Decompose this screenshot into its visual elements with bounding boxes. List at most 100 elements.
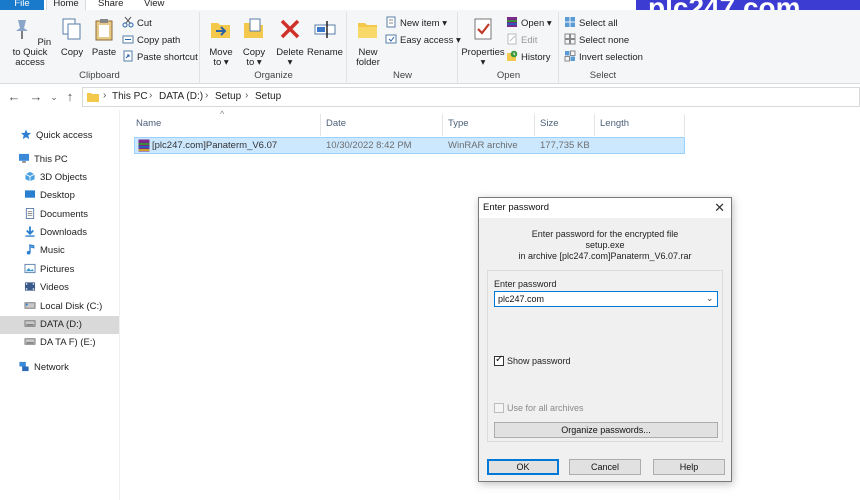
pin-quick-access-button[interactable]: Pin to Quick access: [4, 16, 56, 68]
paste-button[interactable]: Paste: [89, 16, 119, 58]
nav-item-quick-access[interactable]: Quick access: [0, 127, 119, 145]
tab-file[interactable]: File: [0, 0, 44, 10]
column-header-date[interactable]: Date: [326, 118, 346, 129]
rename-button[interactable]: Rename: [307, 16, 343, 58]
nav-item-this-pc[interactable]: This PC: [0, 151, 119, 169]
chevron-down-icon[interactable]: ⌄: [706, 293, 714, 304]
column-divider[interactable]: [534, 114, 535, 136]
history-button[interactable]: History: [506, 50, 551, 66]
organize-passwords-button[interactable]: Organize passwords...: [494, 422, 718, 438]
copy-path-button[interactable]: Copy path: [122, 33, 180, 49]
clipboard-group-label: Clipboard: [79, 70, 120, 81]
column-header-size[interactable]: Size: [540, 118, 558, 129]
copy-icon: [62, 18, 81, 40]
organize-group-label: Organize: [254, 70, 293, 81]
dialog-message-line1: Enter password for the encrypted file: [531, 229, 679, 239]
new-folder-button[interactable]: New folder: [352, 16, 384, 68]
clipboard-icon: [95, 19, 113, 41]
paste-shortcut-button[interactable]: Paste shortcut: [122, 50, 198, 66]
back-arrow-icon[interactable]: ←: [6, 89, 22, 105]
easy-access-button[interactable]: Easy access ▾: [385, 33, 461, 49]
rename-icon: [314, 21, 336, 38]
copy-button[interactable]: Copy: [58, 16, 86, 58]
select-none-icon: [564, 33, 576, 45]
column-divider[interactable]: [594, 114, 595, 136]
breadcrumb-chevron-icon: ›: [205, 90, 209, 101]
breadcrumb-setup[interactable]: Setup: [215, 91, 241, 102]
new-item-button[interactable]: New item ▾: [385, 16, 447, 32]
nav-item-network[interactable]: Network: [0, 359, 119, 377]
column-divider[interactable]: [442, 114, 443, 136]
properties-button[interactable]: Properties ▾: [461, 16, 505, 68]
tab-view[interactable]: View: [138, 0, 170, 10]
breadcrumb-this-pc[interactable]: This PC: [112, 91, 148, 102]
drive-icon: [24, 320, 36, 327]
nav-item-downloads[interactable]: Downloads: [0, 224, 119, 242]
nav-item-3d-objects[interactable]: 3D Objects: [0, 169, 119, 187]
use-for-all-archives-label: Use for all archives: [507, 403, 584, 413]
select-none-button[interactable]: Select none: [564, 33, 629, 49]
file-name: [plc247.com]Panaterm_V6.07: [152, 140, 278, 151]
star-icon: [20, 129, 32, 140]
edit-button[interactable]: Edit: [506, 33, 537, 49]
organize-group: Move to ▾ Copy to ▾ Delete ▾ Rename Orga…: [201, 12, 347, 84]
document-icon: [25, 208, 35, 219]
open-group: Properties ▾ Open ▾ Edit History Open: [459, 12, 559, 84]
cut-button[interactable]: Cut: [122, 16, 152, 32]
desktop-icon: [24, 190, 36, 198]
password-group-box: Enter password ⌄ Show password Use for a…: [487, 270, 723, 442]
address-bar[interactable]: › This PC › DATA (D:) › Setup › Setup: [82, 87, 860, 107]
show-password-checkbox[interactable]: [494, 354, 504, 366]
delete-button[interactable]: Delete ▾: [275, 16, 305, 68]
cancel-button[interactable]: Cancel: [569, 459, 641, 475]
dialog-message-line2: setup.exe: [585, 240, 625, 250]
column-header-length[interactable]: Length: [600, 118, 629, 129]
password-dialog: Enter password ✕ Enter password for the …: [478, 197, 732, 482]
move-to-button[interactable]: Move to ▾: [205, 16, 237, 68]
copy-folder-icon: [244, 18, 263, 38]
nav-item-data-e[interactable]: DA TA F) (E:): [0, 334, 119, 352]
delete-x-icon: [280, 19, 300, 39]
recent-chevron-icon[interactable]: ⌄: [46, 89, 62, 105]
paste-shortcut-icon: [123, 50, 133, 62]
select-all-button[interactable]: Select all: [564, 16, 618, 32]
password-input[interactable]: [494, 291, 718, 307]
column-divider[interactable]: [684, 114, 685, 136]
select-group: Select all Select none Invert selection …: [560, 12, 646, 84]
breadcrumb-data-d[interactable]: DATA (D:): [159, 91, 203, 102]
pin-icon: [15, 20, 28, 39]
up-arrow-icon[interactable]: ↑: [62, 89, 78, 105]
ok-button[interactable]: OK: [487, 459, 559, 475]
nav-item-documents[interactable]: Documents: [0, 206, 119, 224]
nav-item-pictures[interactable]: Pictures: [0, 261, 119, 279]
column-header-name[interactable]: Name: [136, 118, 161, 129]
address-row: ← → ⌄ ↑ › This PC › DATA (D:) › Setup › …: [0, 85, 860, 109]
tab-share[interactable]: Share: [92, 0, 128, 10]
new-group: New folder New item ▾ Easy access ▾ New: [348, 12, 461, 84]
nav-item-desktop[interactable]: Desktop: [0, 187, 119, 205]
nav-item-music[interactable]: Music: [0, 242, 119, 260]
dialog-title-bar[interactable]: Enter password ✕: [479, 198, 731, 218]
column-divider[interactable]: [320, 114, 321, 136]
column-header-type[interactable]: Type: [448, 118, 469, 129]
nav-item-data-d[interactable]: DATA (D:): [0, 316, 119, 334]
table-row[interactable]: [plc247.com]Panaterm_V6.07 10/30/2022 8:…: [134, 137, 685, 154]
tab-home[interactable]: Home: [46, 0, 86, 10]
winrar-archive-icon: [138, 139, 150, 152]
music-icon: [26, 244, 35, 255]
ribbon: Pin to Quick access Copy Paste Cut Copy …: [0, 10, 860, 84]
nav-item-local-disk-c[interactable]: Local Disk (C:): [0, 298, 119, 316]
invert-selection-button[interactable]: Invert selection: [564, 50, 643, 66]
breadcrumb-setup-current[interactable]: Setup: [255, 91, 281, 102]
history-icon: [507, 50, 518, 61]
help-button[interactable]: Help: [653, 459, 725, 475]
video-icon: [24, 282, 36, 291]
close-icon[interactable]: ✕: [714, 200, 725, 216]
use-for-all-archives-checkbox[interactable]: [494, 403, 504, 413]
copy-to-button[interactable]: Copy to ▾: [238, 16, 270, 68]
nav-item-videos[interactable]: Videos: [0, 279, 119, 297]
forward-arrow-icon[interactable]: →: [28, 89, 44, 105]
password-label: Enter password: [494, 279, 557, 289]
new-folder-icon: [358, 23, 377, 38]
open-button[interactable]: Open ▾: [506, 16, 552, 32]
